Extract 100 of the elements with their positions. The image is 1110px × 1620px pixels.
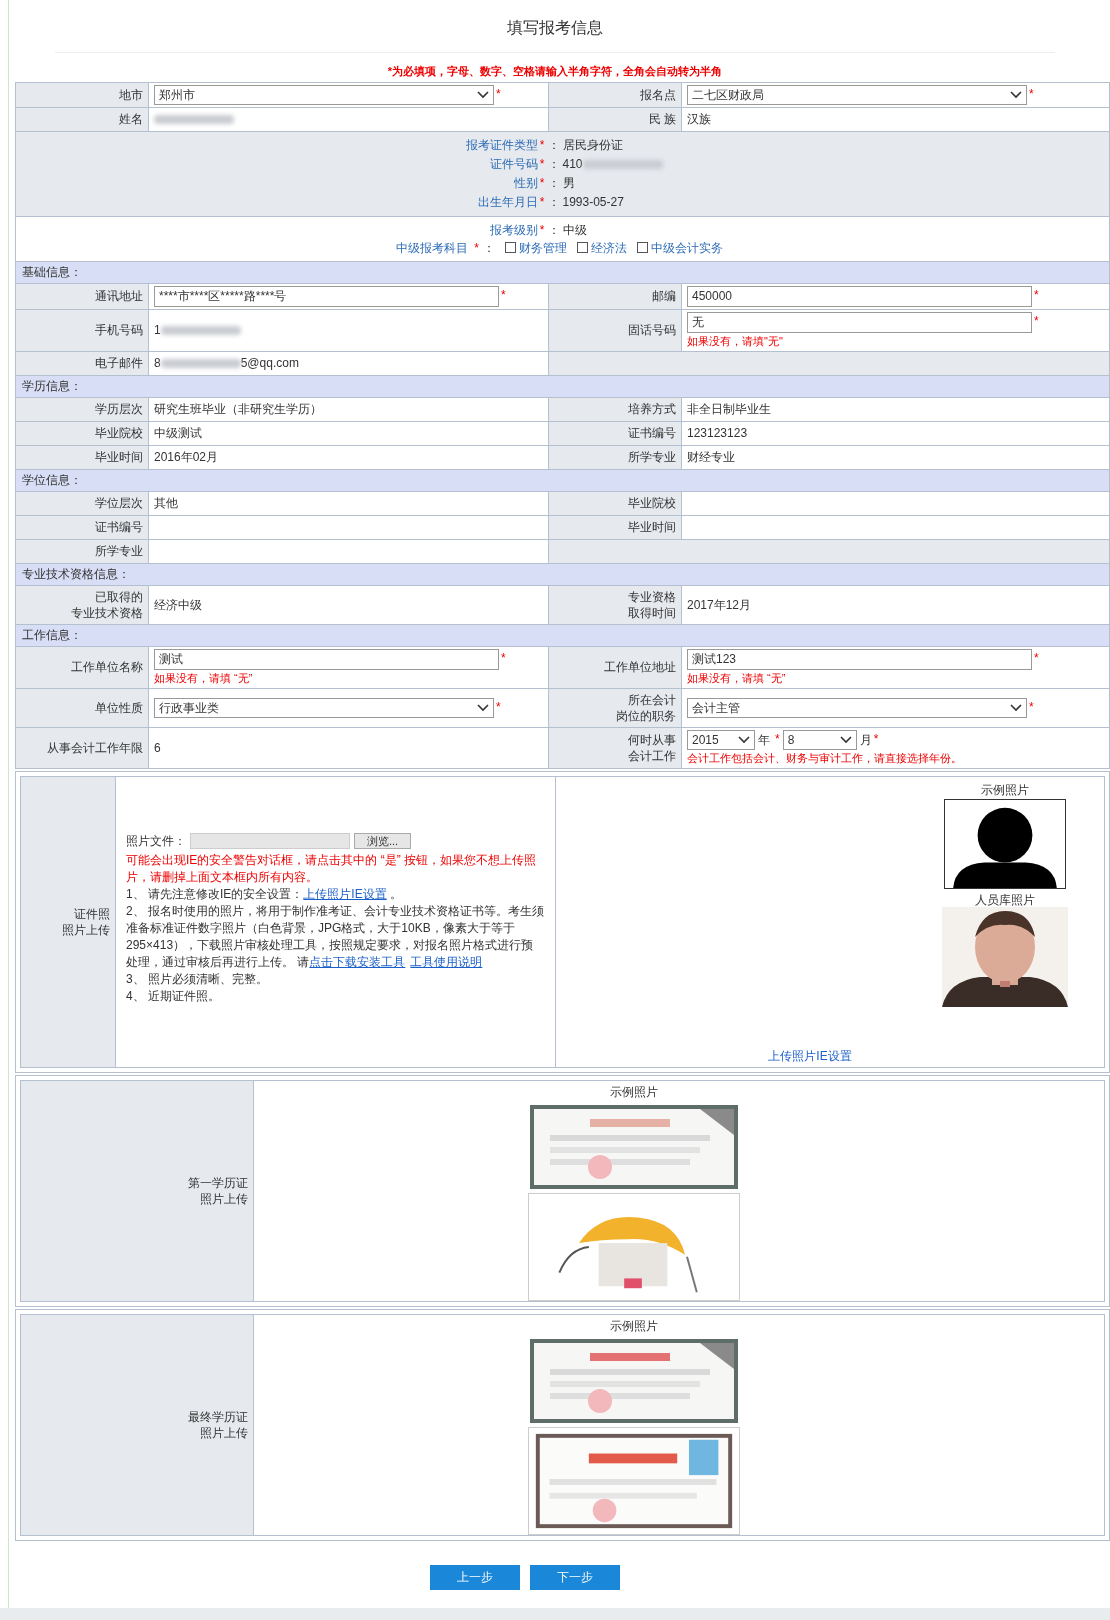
field-value: 非全日制毕业生 [687, 401, 771, 418]
field-value: 1993-05-27 [562, 193, 624, 211]
hint-text: 如果没有，请填 “无” [154, 670, 254, 686]
field-label: 出生年月日 [477, 193, 538, 211]
field-value: 研究生班毕业（非研究生学历） [154, 401, 322, 418]
text-input[interactable]: 450000 [687, 285, 1032, 307]
required-mark: * [496, 85, 501, 103]
field-label: 专业技术资格 [71, 604, 143, 621]
field-label: 照片文件： [126, 832, 186, 850]
help-link[interactable]: 点击下载安装工具 [309, 954, 406, 969]
field-label: 照片上传 [62, 921, 110, 938]
field-label: 证件号码 [489, 155, 538, 173]
field-label: 民 族 [648, 111, 676, 127]
checkbox[interactable] [504, 242, 516, 253]
field-value: 汉族 [687, 111, 711, 128]
field-value: 123123123 [687, 425, 748, 442]
help-link[interactable]: 工具使用说明 [410, 954, 483, 969]
dropdown-select[interactable]: 郑州市 [154, 84, 494, 105]
field-label: 工作单位名称 [71, 659, 143, 675]
field-label: 固话号码 [628, 322, 676, 338]
help-link[interactable]: 上传照片IE设置 [303, 886, 387, 901]
text-input[interactable]: 测试123 [687, 648, 1032, 670]
required-mark: * [539, 174, 545, 192]
instruction-text: 2、 报名时使用的照片，将用于制作准考证、会计专业技术资格证书等。考生须准备标准证件数字照片（白色背景，JPG格式，大于10KB，像素大于等于295×413），下载照片审核处理工具，按照规定要求，对报名照片格式进行预处理，通过审核后再进行上传。 请点击下载安装工具 工具使用说明 [126, 902, 545, 971]
field-label: 所学专业 [95, 543, 143, 559]
text-input[interactable]: 无 [687, 311, 1032, 333]
file-input[interactable] [190, 833, 350, 849]
field-label: 最终学历证 [188, 1408, 248, 1425]
page-title: 填写报考信息 [507, 18, 603, 38]
dropdown-select[interactable]: 行政事业类 [154, 697, 494, 718]
field-label: 电子邮件 [95, 355, 143, 371]
field-value: 中级测试 [154, 425, 202, 442]
required-mark: * [1029, 698, 1034, 716]
colon: ： [546, 193, 561, 211]
section-header: 专业技术资格信息： [16, 563, 1110, 586]
field-label: 会计工作 [628, 747, 676, 764]
field-value: 财经专业 [687, 449, 735, 466]
field-label: 毕业院校 [95, 425, 143, 441]
hint-text: 会计工作包括会计、财务与审计工作，请直接选择年份。 [687, 750, 962, 766]
section-header: 学历信息： [16, 375, 1110, 398]
required-mark: * [1029, 85, 1034, 103]
field-value: 6 [154, 739, 161, 757]
year-unit: 年 [758, 731, 770, 749]
field-label: 第一学历证 [188, 1174, 248, 1191]
dropdown-select[interactable]: 会计主管 [687, 697, 1027, 718]
previous-step-button[interactable]: 上一步 [430, 1564, 520, 1590]
colon: ： [546, 155, 561, 173]
next-step-button[interactable]: 下一步 [530, 1564, 620, 1590]
section-header: 基础信息： [16, 261, 1110, 284]
field-value: 其他 [154, 495, 178, 512]
field-label: 姓名 [119, 111, 143, 127]
field-label: 单位性质 [95, 699, 143, 716]
field-label: 证书编号 [95, 519, 143, 535]
checkbox-label: 经济法 [590, 239, 627, 257]
required-mark: * [1034, 286, 1039, 304]
field-label: 取得时间 [628, 604, 676, 621]
dropdown-select[interactable]: 8 [782, 729, 857, 750]
field-label: 培养方式 [628, 401, 676, 417]
field-label: 地市 [119, 86, 143, 103]
field-label: 已取得的 [95, 588, 143, 605]
required-mark: * [501, 649, 506, 667]
settings-link[interactable]: 上传照片IE设置 [768, 1046, 852, 1065]
field-value: 2017年12月 [687, 596, 752, 614]
checkbox[interactable] [576, 242, 588, 253]
warning-text: 可能会出现IE的安全警告对话框，请点击其中的 “是” 按钮，如果您不想上传照片，请删掉上面文本框内所有内容。 [126, 851, 537, 886]
chevron-down-icon [1010, 703, 1022, 712]
chevron-down-icon [1010, 90, 1022, 99]
dropdown-select[interactable]: 2015 [687, 729, 755, 750]
browse-button[interactable]: 浏览... [354, 833, 412, 849]
field-label: 证书编号 [628, 425, 676, 441]
field-label: 何时从事 [628, 731, 676, 748]
field-label: 报名点 [640, 86, 676, 103]
field-value: 1 [154, 322, 161, 339]
section-header: 学位信息： [16, 469, 1110, 492]
chevron-down-icon [477, 703, 489, 712]
field-label: 证件照 [74, 905, 110, 922]
instruction-text: 4、 近期证件照。 [126, 987, 221, 1005]
field-value: 经济中级 [154, 596, 202, 614]
field-value: 410 [562, 155, 583, 173]
field-value: 居民身份证 [562, 136, 623, 154]
text-input[interactable]: 测试 [154, 648, 499, 670]
field-value: 男 [562, 174, 575, 192]
chevron-down-icon [839, 735, 852, 744]
instruction-text: 1、 请先注意修改IE的安全设置：上传照片IE设置 。 [126, 885, 404, 903]
required-mark: * [1034, 312, 1039, 330]
field-label: 毕业时间 [95, 449, 143, 465]
text-input[interactable]: ****市****区*****路****号 [154, 285, 499, 307]
field-label: 学位层次 [95, 495, 143, 511]
required-notice: *为必填项，字母、数字、空格请输入半角字符，全角会自动转为半角 [387, 64, 723, 79]
dropdown-select[interactable]: 二七区财政局 [687, 84, 1027, 105]
field-value: 8 [154, 355, 161, 372]
field-label: 岗位的职务 [616, 707, 676, 724]
field-label: 照片上传 [200, 1424, 248, 1441]
field-label: 所在会计 [628, 691, 676, 708]
field-label: 邮编 [652, 288, 676, 304]
required-mark: * [1034, 649, 1039, 667]
colon: ： [546, 221, 561, 239]
checkbox[interactable] [636, 242, 648, 253]
hint-text: 如果没有，请填 “无” [687, 670, 787, 686]
required-mark: * [873, 730, 879, 748]
